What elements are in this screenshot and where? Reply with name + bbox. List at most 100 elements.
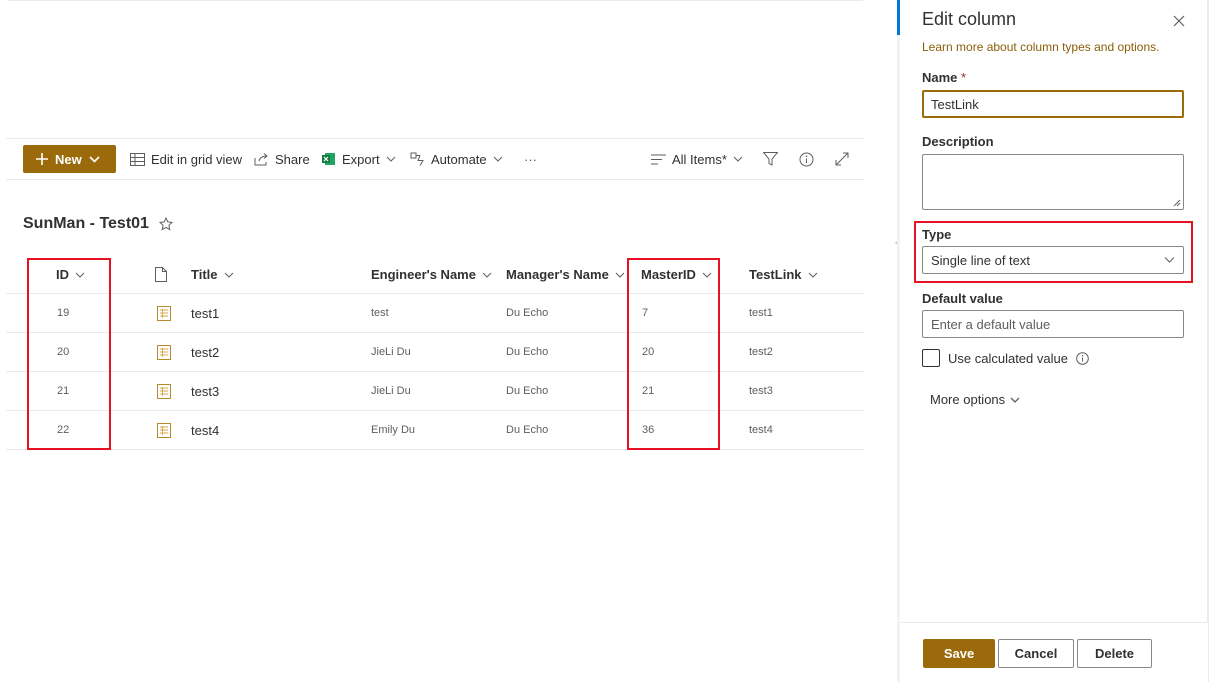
panel-scroll-track bbox=[1207, 0, 1208, 622]
use-calculated-value-checkbox[interactable]: Use calculated value bbox=[922, 349, 1089, 367]
column-header-title[interactable]: Title bbox=[191, 256, 234, 293]
name-field[interactable]: TestLink bbox=[922, 90, 1184, 118]
cell-title[interactable]: test3 bbox=[191, 372, 219, 410]
resize-handle-icon[interactable] bbox=[1173, 199, 1181, 207]
info-icon[interactable] bbox=[1076, 351, 1089, 365]
name-label-text: Name bbox=[922, 70, 958, 85]
cell-masterid: 20 bbox=[642, 346, 655, 358]
list-grid: ID Title Engineer's Name Manager's Name … bbox=[6, 256, 864, 450]
chevron-down-icon bbox=[224, 272, 233, 278]
expand-icon bbox=[835, 152, 849, 166]
file-type-header-icon[interactable] bbox=[155, 256, 167, 293]
close-icon[interactable] bbox=[1173, 14, 1185, 32]
learn-more-link[interactable]: Learn more about column types and option… bbox=[922, 40, 1159, 54]
automate-button[interactable]: Automate bbox=[410, 139, 503, 179]
cell-masterid: 36 bbox=[642, 424, 655, 436]
excel-icon bbox=[322, 153, 335, 165]
column-header-masterid-label: MasterID bbox=[641, 267, 696, 282]
cell-manager: Du Echo bbox=[506, 346, 549, 358]
flow-icon bbox=[410, 152, 424, 166]
chevron-down-icon bbox=[733, 156, 743, 162]
cell-engineer: JieLi Du bbox=[371, 346, 411, 358]
cell-id: 21 bbox=[57, 385, 70, 397]
chevron-down-icon bbox=[615, 272, 625, 278]
cell-id: 20 bbox=[57, 346, 70, 358]
cancel-button[interactable]: Cancel bbox=[998, 639, 1074, 668]
table-row[interactable]: 22 test4 Emily Du Du Echo 36 test4 bbox=[6, 411, 864, 450]
cell-engineer: Emily Du bbox=[371, 424, 416, 436]
type-dropdown[interactable]: Single line of text bbox=[922, 246, 1184, 274]
list-view-icon bbox=[651, 154, 666, 164]
new-button[interactable]: New bbox=[23, 145, 116, 173]
type-label: Type bbox=[922, 227, 952, 242]
cell-id: 19 bbox=[57, 307, 70, 319]
required-marker: * bbox=[961, 70, 967, 85]
description-field[interactable] bbox=[922, 154, 1184, 210]
view-selector[interactable]: All Items* bbox=[651, 139, 743, 179]
more-options-label: More options bbox=[930, 392, 1006, 407]
share-button[interactable]: Share bbox=[254, 139, 310, 179]
type-dropdown-value: Single line of text bbox=[931, 252, 1031, 268]
plus-icon bbox=[36, 153, 48, 165]
info-button[interactable] bbox=[799, 139, 814, 179]
chevron-down-icon bbox=[89, 155, 100, 163]
filter-icon bbox=[763, 152, 778, 166]
chevron-down-icon bbox=[702, 272, 712, 278]
filter-button[interactable] bbox=[763, 139, 778, 179]
command-bar: New Edit in grid view Share Export Autom… bbox=[6, 138, 864, 180]
edit-grid-view-button[interactable]: Edit in grid view bbox=[130, 139, 242, 179]
table-row[interactable]: 20 test2 JieLi Du Du Echo 20 test2 bbox=[6, 333, 864, 372]
use-calculated-value-label: Use calculated value bbox=[948, 350, 1068, 366]
chevron-down-icon bbox=[808, 272, 817, 278]
footer-divider bbox=[900, 622, 1209, 623]
checkbox-box[interactable] bbox=[922, 349, 940, 367]
delete-button[interactable]: Delete bbox=[1077, 639, 1152, 668]
export-label: Export bbox=[342, 151, 380, 167]
table-row[interactable]: 19 test1 test Du Echo 7 test1 bbox=[6, 294, 864, 333]
list-item-icon bbox=[157, 294, 171, 332]
chevron-down-icon bbox=[75, 272, 85, 278]
table-row[interactable]: 21 test3 JieLi Du Du Echo 21 test3 bbox=[6, 372, 864, 411]
cell-title[interactable]: test1 bbox=[191, 294, 219, 332]
save-button[interactable]: Save bbox=[923, 639, 995, 668]
cell-manager: Du Echo bbox=[506, 307, 549, 319]
column-header-engineer[interactable]: Engineer's Name bbox=[371, 256, 492, 293]
column-header-testlink[interactable]: TestLink bbox=[749, 256, 818, 293]
description-label: Description bbox=[922, 134, 994, 149]
edit-grid-view-label: Edit in grid view bbox=[151, 151, 243, 167]
share-icon bbox=[254, 152, 268, 165]
cell-testlink: test2 bbox=[749, 346, 773, 358]
cell-engineer: test bbox=[371, 307, 389, 319]
favorite-star-icon[interactable] bbox=[158, 217, 173, 231]
view-label: All Items* bbox=[672, 151, 727, 167]
default-value-label: Default value bbox=[922, 291, 1003, 306]
more-commands-button[interactable]: ··· bbox=[524, 139, 537, 179]
cell-testlink: test3 bbox=[749, 385, 773, 397]
fullscreen-button[interactable] bbox=[835, 139, 849, 179]
column-header-manager-label: Manager's Name bbox=[506, 267, 609, 282]
top-divider bbox=[8, 0, 863, 1]
panel-title: Edit column bbox=[922, 9, 1017, 29]
default-value-field[interactable]: Enter a default value bbox=[922, 310, 1184, 338]
column-header-title-label: Title bbox=[191, 267, 218, 282]
cell-engineer: JieLi Du bbox=[371, 385, 411, 397]
cell-testlink: test4 bbox=[749, 424, 773, 436]
column-header-engineer-label: Engineer's Name bbox=[371, 267, 476, 282]
column-header-masterid[interactable]: MasterID bbox=[641, 256, 712, 293]
cell-testlink: test1 bbox=[749, 307, 773, 319]
cell-manager: Du Echo bbox=[506, 424, 549, 436]
export-button[interactable]: Export bbox=[322, 139, 396, 179]
chevron-down-icon bbox=[1164, 257, 1175, 263]
column-header-manager[interactable]: Manager's Name bbox=[506, 256, 625, 293]
cell-title[interactable]: test2 bbox=[191, 333, 219, 371]
list-item-icon bbox=[157, 411, 171, 449]
more-options-toggle[interactable]: More options bbox=[930, 392, 1020, 407]
name-field-value: TestLink bbox=[931, 96, 979, 112]
header-row: ID Title Engineer's Name Manager's Name … bbox=[6, 256, 864, 294]
column-header-id[interactable]: ID bbox=[56, 256, 85, 293]
cell-manager: Du Echo bbox=[506, 385, 549, 397]
cell-title[interactable]: test4 bbox=[191, 411, 219, 449]
default-value-placeholder: Enter a default value bbox=[931, 316, 1051, 332]
column-header-testlink-label: TestLink bbox=[749, 267, 802, 282]
grid-icon bbox=[130, 152, 145, 166]
